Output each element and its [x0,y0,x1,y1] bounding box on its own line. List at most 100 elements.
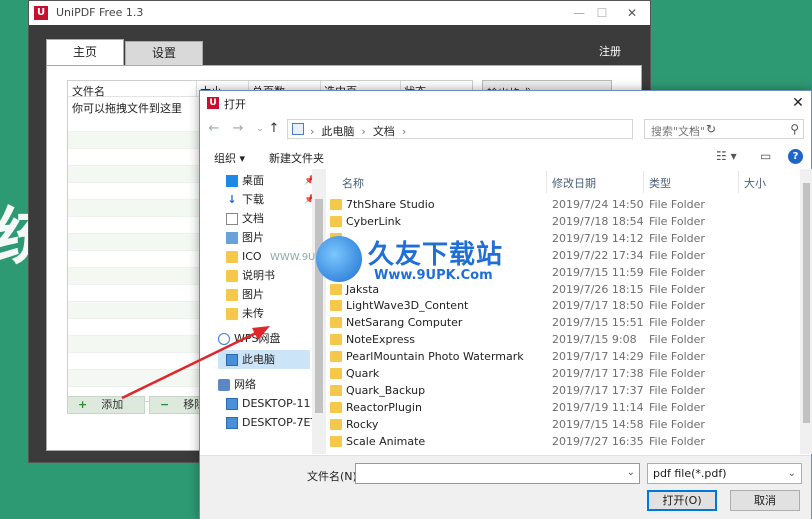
help-icon[interactable]: ? [788,149,803,164]
search-input[interactable]: 搜索"文档" ⚲ [644,119,804,139]
file-type: File Folder [649,198,705,211]
nav-item-desktop-7etc[interactable]: DESKTOP-7ETC [226,413,326,432]
open-dialog: U 打开 ✕ ← → ⌄ ↑ › 此电脑 › 文档 › ⌄ ↻ 搜索"文档" ⚲… [199,90,812,519]
nav-item-images[interactable]: 图片 [226,285,326,304]
add-button-label: 添加 [101,398,124,411]
nav-item-documents[interactable]: 文档 [226,209,326,228]
file-name: NoteExpress [346,333,415,347]
cancel-button[interactable]: 取消 [730,490,800,511]
file-date: 2019/7/17 17:38 [552,367,644,380]
maximize-button[interactable]: ☐ [592,4,612,22]
minus-icon: − [160,398,170,411]
app-logo-icon: U [207,97,219,109]
picture-icon [226,232,238,244]
tab-home[interactable]: 主页 [46,39,124,67]
file-date: 2019/7/22 17:34 [552,248,644,262]
breadcrumb-documents[interactable]: 文档 [373,125,395,138]
folder-icon [330,300,342,312]
file-row[interactable]: NoteExpress 2019/7/15 9:08 File Folder [330,331,800,348]
tab-settings[interactable]: 设置 [125,41,203,65]
file-name: Quark_Backup [346,383,426,397]
file-date: 2019/7/26 18:15 [552,282,644,296]
file-row[interactable]: Quark 2019/7/17 17:38 File Folder [330,365,800,382]
navigation-bar: ← → ⌄ ↑ › 此电脑 › 文档 › ⌄ ↻ 搜索"文档" ⚲ [200,119,811,141]
file-type: File Folder [649,265,705,279]
file-type: File Folder [649,299,705,313]
nav-item-desktop-11[interactable]: DESKTOP-11 [226,394,326,413]
nav-item-this-pc[interactable]: 此电脑 [218,350,310,369]
column-date[interactable]: 修改日期 [552,175,596,191]
file-type: File Folder [649,417,705,431]
open-button[interactable]: 打开(O) [647,490,717,511]
up-icon[interactable]: ↑ [266,121,282,137]
file-type-select[interactable]: pdf file(*.pdf) ⌄ [647,463,802,484]
file-date: 2019/7/24 14:50 [552,198,644,211]
chevron-down-icon[interactable]: ⌄ [627,467,635,478]
file-row[interactable]: Quark_Backup 2019/7/17 17:37 File Folder [330,382,800,399]
column-name[interactable]: 名称 [342,175,364,191]
column-header[interactable]: 文件名 [72,83,105,99]
close-button[interactable]: ✕ [622,4,642,22]
minimize-button[interactable]: — [569,4,589,22]
file-row[interactable]: NetSarang Computer 2019/7/15 15:51 File Fo… [330,314,800,331]
file-row[interactable]: Scale Animate 2019/7/27 16:35 File Folder [330,433,800,450]
address-path: › 此电脑 › 文档 › [310,125,407,138]
main-titlebar: U UniPDF Free 1.3 — ☐ ✕ [29,1,650,25]
drag-hint: 你可以拖拽文件到这里 [72,102,182,115]
file-name: Scale Animate [346,434,426,448]
list-scrollbar[interactable] [800,169,812,454]
dialog-titlebar: U 打开 ✕ [200,91,811,115]
pc-icon [292,123,304,135]
file-row[interactable]: PearlMountain Photo Watermark 2019/7/17 1… [330,348,800,365]
file-date: 2019/7/17 14:29 [552,350,644,364]
file-row[interactable]: LightWave3D_Content 2019/7/17 18:50 File F… [330,297,800,314]
file-type: File Folder [649,350,705,364]
file-type: File Folder [649,367,705,380]
column-size[interactable]: 大小 [744,175,766,191]
forward-icon[interactable]: → [230,121,246,137]
address-bar[interactable]: › 此电脑 › 文档 › ⌄ ↻ [287,119,716,139]
download-icon: ↓ [227,193,237,206]
new-folder-button[interactable]: 新建文件夹 [269,150,324,166]
file-type: File Folder [649,333,705,347]
folder-icon [330,351,342,363]
scroll-thumb[interactable] [315,199,323,413]
file-name: ReactorPlugin [346,400,422,414]
file-date: 2019/7/15 14:58 [552,417,644,431]
register-link[interactable]: 注册 [599,43,621,59]
nav-item-unsent[interactable]: 未传 [226,304,326,323]
column-type[interactable]: 类型 [649,175,671,191]
pc-icon [226,398,238,410]
pc-icon [226,354,238,366]
watermark-url: Www.9UPK.Com [374,268,493,283]
folder-icon [330,384,342,396]
add-button[interactable]: + 添加 [67,396,145,414]
file-row[interactable]: CyberLink 2019/7/18 18:54 File Folder [330,213,800,230]
file-row[interactable]: Rocky 2019/7/15 14:58 File Folder [330,416,800,433]
breadcrumb-pc[interactable]: 此电脑 [321,125,354,138]
filename-input[interactable]: ⌄ [355,463,640,484]
file-row[interactable]: ReactorPlugin 2019/7/19 11:14 File Folder [330,399,800,416]
nav-item-wps-drive[interactable]: WPS网盘 [218,329,318,348]
folder-icon [330,317,342,329]
file-date: 2019/7/17 17:37 [552,383,644,397]
file-row[interactable]: 7thShare Studio 2019/7/24 14:50 File Folde… [330,196,800,213]
file-type: File Folder [649,214,705,228]
file-list: ^ 名称 修改日期 类型 大小 7thShare Studio 2019/7/24… [330,169,812,454]
nav-scrollbar[interactable] [312,169,326,454]
preview-pane-icon[interactable]: ▭ [760,149,771,163]
watermark: WWW.9UPK.COM 久友下载站 Www.9UPK.Com [270,234,502,290]
organize-button[interactable]: 组织 ▾ [214,150,245,166]
file-type: File Folder [649,316,705,330]
view-options-icon[interactable]: ☷ ▾ [716,149,737,163]
scroll-thumb[interactable] [803,183,810,423]
nav-item-pictures[interactable]: 图片 [226,228,326,247]
nav-item-manual[interactable]: 说明书 [226,266,326,285]
filename-label: 文件名(N): [307,470,361,483]
back-icon[interactable]: ← [206,121,222,137]
folder-icon [330,401,342,413]
file-date: 2019/7/15 9:08 [552,333,637,347]
nav-item-network[interactable]: 网络 [218,375,318,394]
app-logo-icon: U [34,6,48,20]
dialog-close-button[interactable]: ✕ [789,94,807,112]
